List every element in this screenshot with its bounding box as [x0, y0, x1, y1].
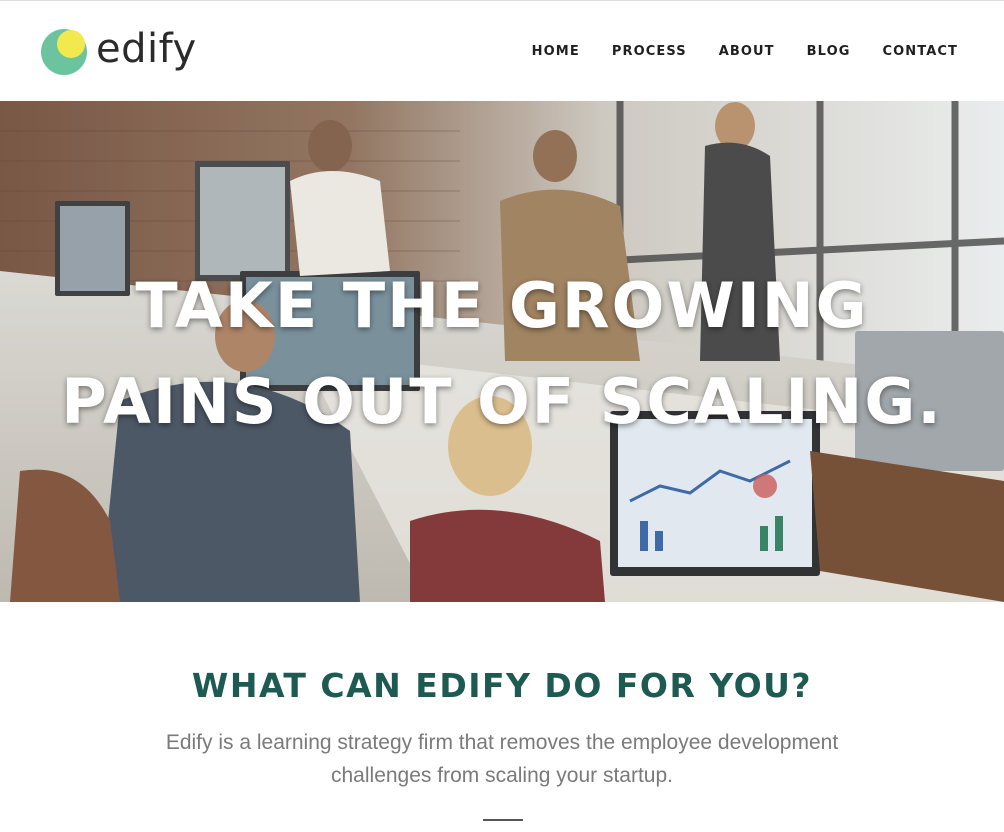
hero-banner: TAKE THE GROWING PAINS OUT OF SCALING.	[0, 101, 1004, 602]
hero-title-line-1: TAKE THE GROWING	[135, 269, 869, 342]
logo-wordmark: edify	[96, 26, 197, 72]
section-divider	[483, 819, 523, 821]
section-description: Edify is a learning strategy firm that r…	[165, 731, 839, 787]
section-heading: WHAT CAN EDIFY DO FOR YOU?	[191, 666, 813, 705]
site-header: edify HOME PROCESS ABOUT BLOG CONTACT	[0, 1, 1004, 101]
nav-home[interactable]: HOME	[532, 44, 580, 59]
hero-office-photo	[0, 101, 1004, 602]
nav-process[interactable]: PROCESS	[612, 44, 687, 59]
logo-mark-icon	[41, 29, 87, 75]
logo[interactable]: edify	[41, 25, 201, 77]
nav-contact[interactable]: CONTACT	[883, 44, 959, 59]
hero-title-line-2: PAINS OUT OF SCALING.	[61, 365, 943, 438]
main-nav: HOME PROCESS ABOUT BLOG CONTACT	[500, 44, 958, 59]
nav-blog[interactable]: BLOG	[807, 44, 851, 59]
nav-about[interactable]: ABOUT	[719, 44, 775, 59]
